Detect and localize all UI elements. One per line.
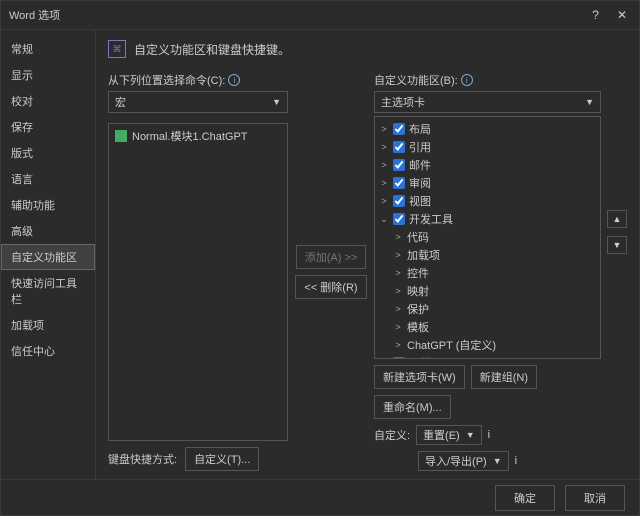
expander-icon[interactable]: > <box>393 304 403 314</box>
expander-icon[interactable]: ⌄ <box>379 214 389 225</box>
dialog-footer: 确定 取消 <box>1 479 639 515</box>
list-item[interactable]: Normal.模块1.ChatGPT <box>109 124 287 148</box>
sidebar-item[interactable]: 加载项 <box>1 312 95 338</box>
tree-checkbox[interactable] <box>393 123 405 135</box>
add-button[interactable]: 添加(A) >> <box>296 245 367 269</box>
info-icon[interactable]: i <box>515 455 517 467</box>
keyboard-shortcuts-label: 键盘快捷方式: <box>108 451 177 467</box>
tree-node[interactable]: > 模板 <box>379 318 596 336</box>
ribbon-target-combo[interactable]: 主选项卡▼ <box>374 91 601 113</box>
tree-node[interactable]: ⌄ 开发工具 <box>379 210 596 228</box>
tree-checkbox[interactable] <box>393 213 405 225</box>
tree-label: 布局 <box>409 121 431 137</box>
sidebar-item[interactable]: 辅助功能 <box>1 192 95 218</box>
tree-label: 开发工具 <box>409 211 453 227</box>
expander-icon[interactable]: > <box>393 268 403 278</box>
tree-label: 模板 <box>407 319 429 335</box>
info-icon[interactable]: i <box>488 429 490 441</box>
sidebar-item[interactable]: 常规 <box>1 36 95 62</box>
page-heading: ⌘ 自定义功能区和键盘快捷键。 <box>108 40 627 58</box>
tree-node[interactable]: > 代码 <box>379 228 596 246</box>
cancel-button[interactable]: 取消 <box>565 485 625 511</box>
customize-ribbon-label: 自定义功能区(B):i <box>374 72 601 88</box>
tree-label: ChatGPT (自定义) <box>407 337 496 353</box>
tree-node[interactable]: > 审阅 <box>379 174 596 192</box>
tree-label: 视图 <box>409 193 431 209</box>
expander-icon[interactable]: > <box>393 286 403 296</box>
tree-node[interactable]: 加载项 <box>379 354 596 359</box>
tree-label: 引用 <box>409 139 431 155</box>
expander-icon[interactable]: > <box>379 160 389 170</box>
macro-icon <box>115 130 127 142</box>
chevron-down-icon: ▼ <box>585 97 594 107</box>
tree-checkbox[interactable] <box>393 195 405 207</box>
expander-icon[interactable]: > <box>393 340 403 350</box>
ribbon-tree[interactable]: >布局>引用>邮件>审阅>视图⌄开发工具>代码>加载项>控件>映射>保护>模板>… <box>374 116 601 359</box>
titlebar: Word 选项 ? ✕ <box>1 1 639 29</box>
choose-commands-label: 从下列位置选择命令(C):i <box>108 72 288 88</box>
heading-text: 自定义功能区和键盘快捷键。 <box>134 41 290 58</box>
close-icon[interactable]: ✕ <box>617 8 627 22</box>
ribbon-icon: ⌘ <box>108 40 126 58</box>
sidebar-item[interactable]: 保存 <box>1 114 95 140</box>
commands-listbox[interactable]: Normal.模块1.ChatGPT <box>108 123 288 441</box>
tree-node[interactable]: > 视图 <box>379 192 596 210</box>
tree-label: 加载项 <box>407 247 440 263</box>
tree-label: 审阅 <box>409 175 431 191</box>
sidebar-item[interactable]: 语言 <box>1 166 95 192</box>
tree-node[interactable]: > 加载项 <box>379 246 596 264</box>
expander-icon[interactable]: > <box>379 142 389 152</box>
chevron-down-icon: ▼ <box>272 97 281 107</box>
tree-node[interactable]: > ChatGPT (自定义) <box>379 336 596 354</box>
sidebar-item[interactable]: 信任中心 <box>1 338 95 364</box>
tree-node[interactable]: > 引用 <box>379 138 596 156</box>
sidebar-item[interactable]: 快速访问工具栏 <box>1 270 95 312</box>
tree-checkbox[interactable] <box>393 357 405 359</box>
help-icon[interactable]: ? <box>592 8 599 22</box>
remove-button[interactable]: << 删除(R) <box>295 275 366 299</box>
ok-button[interactable]: 确定 <box>495 485 555 511</box>
tree-label: 代码 <box>407 229 429 245</box>
expander-icon[interactable]: > <box>379 196 389 206</box>
tree-label: 映射 <box>407 283 429 299</box>
category-sidebar: 常规显示校对保存版式语言辅助功能高级自定义功能区快速访问工具栏加载项信任中心 <box>1 30 96 479</box>
expander-icon[interactable]: > <box>379 124 389 134</box>
tree-node[interactable]: > 保护 <box>379 300 596 318</box>
new-group-button[interactable]: 新建组(N) <box>471 365 537 389</box>
sidebar-item[interactable]: 版式 <box>1 140 95 166</box>
tree-label: 控件 <box>407 265 429 281</box>
sidebar-item[interactable]: 自定义功能区 <box>1 244 95 270</box>
expander-icon[interactable]: > <box>393 232 403 242</box>
tree-label: 保护 <box>407 301 429 317</box>
reset-button[interactable]: 重置(E)▼ <box>416 425 482 445</box>
info-icon[interactable]: i <box>228 74 240 86</box>
sidebar-item[interactable]: 高级 <box>1 218 95 244</box>
expander-icon[interactable]: > <box>393 322 403 332</box>
tree-checkbox[interactable] <box>393 159 405 171</box>
tree-node[interactable]: > 控件 <box>379 264 596 282</box>
word-options-dialog: Word 选项 ? ✕ 常规显示校对保存版式语言辅助功能高级自定义功能区快速访问… <box>0 0 640 516</box>
new-tab-button[interactable]: 新建选项卡(W) <box>374 365 465 389</box>
info-icon[interactable]: i <box>461 74 473 86</box>
commands-source-combo[interactable]: 宏▼ <box>108 91 288 113</box>
tree-checkbox[interactable] <box>393 141 405 153</box>
expander-icon[interactable]: > <box>379 178 389 188</box>
tree-node[interactable]: > 映射 <box>379 282 596 300</box>
sidebar-item[interactable]: 校对 <box>1 88 95 114</box>
customizations-label: 自定义: <box>374 427 410 443</box>
tree-label: 加载项 <box>409 355 442 359</box>
tree-node[interactable]: > 邮件 <box>379 156 596 174</box>
import-export-button[interactable]: 导入/导出(P)▼ <box>418 451 509 471</box>
tree-label: 邮件 <box>409 157 431 173</box>
window-title: Word 选项 <box>9 7 592 23</box>
tree-checkbox[interactable] <box>393 177 405 189</box>
rename-button[interactable]: 重命名(M)... <box>374 395 451 419</box>
expander-icon[interactable]: > <box>393 250 403 260</box>
sidebar-item[interactable]: 显示 <box>1 62 95 88</box>
move-up-button[interactable]: ▲ <box>607 210 627 228</box>
move-down-button[interactable]: ▼ <box>607 236 627 254</box>
customize-keyboard-button[interactable]: 自定义(T)... <box>185 447 259 471</box>
tree-node[interactable]: > 布局 <box>379 120 596 138</box>
